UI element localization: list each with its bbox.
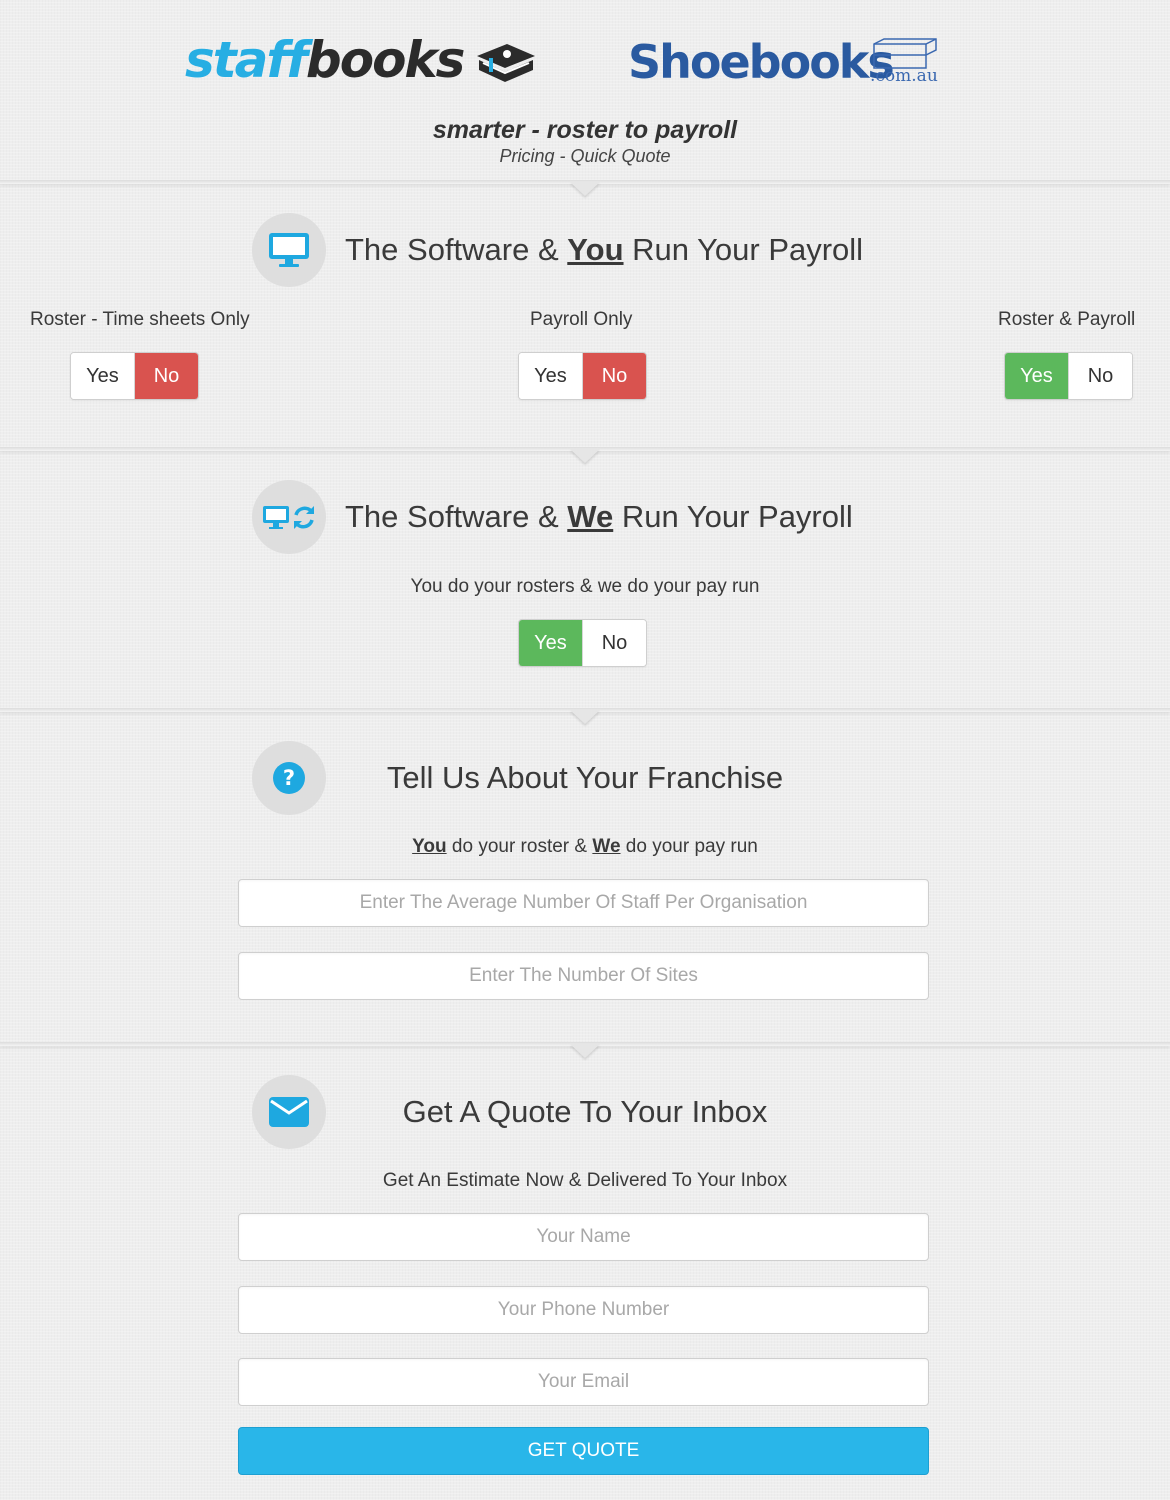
no-button[interactable]: No	[582, 353, 646, 399]
section2-title: The Software & We Run Your Payroll	[345, 499, 853, 534]
monitor-icon	[269, 233, 309, 267]
yes-button[interactable]: Yes	[1005, 353, 1068, 399]
no-button[interactable]: No	[1068, 353, 1132, 399]
monitor-refresh-icon	[263, 506, 314, 529]
toggle-payroll-only: Yes No	[518, 352, 647, 400]
yes-button[interactable]: Yes	[519, 353, 582, 399]
tagline: smarter - roster to payroll	[432, 116, 738, 144]
section1-title-emphasis: You	[567, 232, 624, 267]
section1-title: The Software & You Run Your Payroll	[345, 232, 864, 267]
no-button[interactable]: No	[134, 353, 198, 399]
name-input[interactable]	[238, 1213, 929, 1261]
section-divider	[0, 180, 1170, 184]
logo-staff-text: staff	[185, 31, 308, 89]
yes-button[interactable]: Yes	[71, 353, 134, 399]
no-button[interactable]: No	[582, 620, 646, 666]
section3-title: Tell Us About Your Franchise	[386, 760, 784, 795]
section3-subtitle: You do your roster & We do your pay run	[412, 836, 758, 857]
toggle-roster-payroll: Yes No	[1004, 352, 1133, 400]
section-divider	[0, 447, 1170, 451]
shoebooks-logo[interactable]: Shoebooks .com.au	[628, 30, 938, 94]
get-quote-button[interactable]: GET QUOTE	[238, 1427, 929, 1475]
page-subtitle: Pricing - Quick Quote	[499, 146, 671, 166]
phone-input[interactable]	[238, 1286, 929, 1334]
section2-title-emphasis: We	[567, 499, 614, 534]
section2-label: You do your rosters & we do your pay run	[410, 576, 760, 597]
logo-shoebooks-text: Shoebooks	[628, 35, 895, 89]
staffbooks-logo[interactable]: staffbooks	[185, 28, 535, 92]
logo-books-text: books	[305, 31, 466, 89]
section-divider	[0, 708, 1170, 712]
sites-count-input[interactable]	[238, 952, 929, 1000]
email-input[interactable]	[238, 1358, 929, 1406]
section4-label: Get An Estimate Now & Delivered To Your …	[382, 1170, 788, 1191]
staff-count-input[interactable]	[238, 879, 929, 927]
toggle-roster-timesheets: Yes No	[70, 352, 199, 400]
book-icon	[477, 44, 535, 82]
monitor-refresh-icon-circle	[252, 480, 326, 554]
header: staffbooks Shoebooks .com.au smarter - r…	[0, 0, 1170, 182]
option-label-roster-payroll: Roster & Payroll	[998, 309, 1136, 330]
logo-domain-text: .com.au	[870, 66, 938, 86]
section-divider	[0, 1042, 1170, 1046]
toggle-we-run-payroll: Yes No	[518, 619, 647, 667]
section4-title: Get A Quote To Your Inbox	[402, 1094, 768, 1129]
option-label-payroll-only: Payroll Only	[530, 309, 633, 330]
option-label-roster-timesheets: Roster - Time sheets Only	[30, 309, 250, 330]
monitor-icon-circle	[252, 213, 326, 287]
yes-button[interactable]: Yes	[519, 620, 582, 666]
